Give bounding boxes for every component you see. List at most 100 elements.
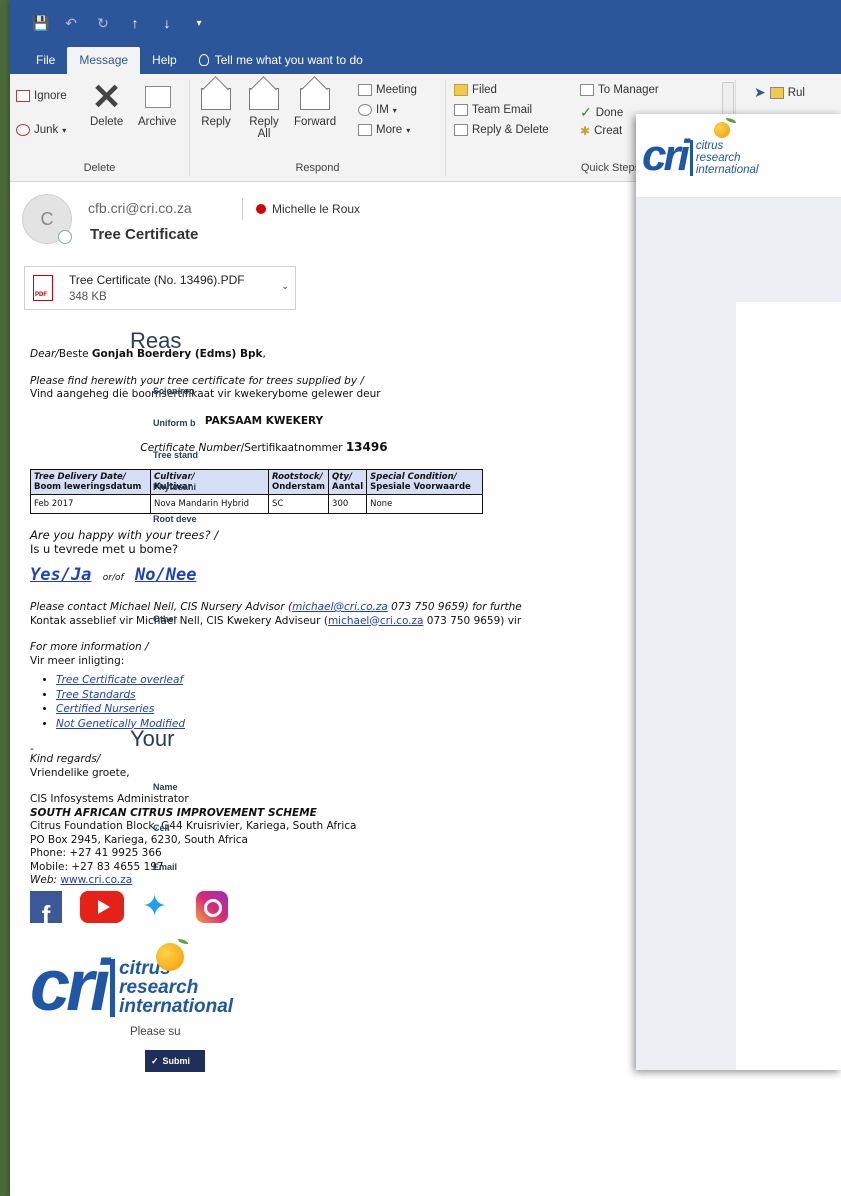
delete-group: Ignore Junk ▾ ✕ Delete Archive Delete: [10, 76, 190, 176]
cri-logo: cri citrus research international: [30, 935, 340, 1022]
quickstep-to-manager[interactable]: To Manager: [580, 84, 659, 96]
im-button[interactable]: IM ▾: [358, 104, 397, 116]
tab-message[interactable]: Message: [67, 47, 141, 74]
cell-rootstock: SC: [267, 493, 330, 514]
pdf-icon: PDF: [33, 275, 53, 301]
sender-address[interactable]: cfb.cri@cri.co.za: [88, 200, 192, 216]
quickstep-reply-delete[interactable]: Reply & Delete: [454, 124, 549, 136]
delete-button[interactable]: ✕ Delete: [90, 76, 124, 129]
redo-icon[interactable]: ↻: [96, 15, 110, 32]
chevron-down-icon: ▾: [406, 125, 411, 135]
col-special-condition: Special Condition/Spesiale Voorwaarde: [366, 468, 484, 495]
cri-line-3: international: [119, 995, 234, 1017]
col-header-en: Tree Delivery Date/: [34, 471, 126, 482]
save-icon[interactable]: 💾: [32, 15, 49, 32]
arrow-up-icon[interactable]: ↑: [128, 15, 142, 31]
respond-group: Reply Reply All Forward Meeting IM ▾ Mor…: [190, 80, 446, 176]
field-label: Root deve: [153, 514, 197, 524]
leaf-icon: [178, 938, 188, 944]
ignore-icon: [16, 90, 30, 102]
delete-label: Delete: [90, 116, 124, 128]
delete-x-icon: ✕: [91, 76, 122, 117]
cell-delivery-date: Feb 2017: [30, 493, 151, 514]
field-label-cell: Cell: [153, 823, 170, 833]
contact-email-link[interactable]: michael@cri.co.za: [328, 615, 424, 627]
quickstep-filed[interactable]: Filed: [454, 84, 497, 96]
arrow-down-icon[interactable]: ↓: [160, 15, 174, 31]
forward-button[interactable]: Forward: [294, 82, 336, 128]
field-label: Other: [153, 614, 178, 624]
ribbon-tabs: File Message Help Tell me what you want …: [10, 46, 841, 74]
junk-button[interactable]: Junk ▾: [16, 124, 66, 136]
more-respond-button[interactable]: More ▾: [358, 124, 410, 136]
forward-manager-icon: [580, 84, 594, 96]
quickstep-team-email[interactable]: Team Email: [454, 104, 532, 116]
more-label: More: [376, 124, 403, 136]
table-row: Feb 2017 Nova Mandarin Hybrid SC 300 Non…: [30, 493, 484, 514]
filed-label: Filed: [472, 84, 497, 96]
regards-english: Kind regards/: [30, 753, 101, 765]
leaf-icon: [726, 118, 736, 123]
create-label: Creat: [594, 125, 623, 137]
web-cri-logo[interactable]: cri citrus research international: [642, 116, 832, 178]
recipient[interactable]: Michelle le Roux: [256, 202, 360, 216]
reply-icon: [200, 82, 232, 112]
reply-all-label-1: Reply: [249, 116, 279, 128]
presence-icon: [58, 230, 72, 244]
reply-all-button[interactable]: Reply All: [248, 82, 280, 140]
table-header-row: Tree Delivery Date/Boom leweringsdatum C…: [30, 468, 484, 495]
attachment-card[interactable]: PDF Tree Certificate (No. 13496).PDF 348…: [24, 266, 296, 310]
contact-af-text: Kontak asseblief vir Michael Nell, CIS K…: [30, 614, 328, 627]
forward-label: Forward: [294, 116, 337, 128]
certificate-number: Certificate Number/Sertifikaatnommer 134…: [30, 440, 498, 456]
quick-access-toolbar: 💾 ↶ ↻ ↑ ↓ ▾: [10, 0, 841, 46]
customize-toolbar-icon[interactable]: ▾: [192, 18, 206, 29]
link-tree-certificate[interactable]: Tree Certificate overleaf: [56, 674, 183, 686]
yes-link[interactable]: Yes/Ja: [30, 565, 91, 585]
link-tree-standards[interactable]: Tree Standards: [56, 689, 136, 701]
col-header-en: Qty/: [332, 471, 352, 482]
tab-help[interactable]: Help: [140, 47, 189, 74]
archive-button[interactable]: Archive: [138, 82, 176, 128]
submit-button[interactable]: ✓ Submi: [145, 1050, 205, 1072]
field-label: Phytosani: [153, 482, 197, 492]
web-logo-text: citrus research international: [689, 140, 759, 176]
ignore-button[interactable]: Ignore: [16, 90, 67, 102]
sig-web-link[interactable]: www.cri.co.za: [60, 874, 132, 886]
im-icon: [358, 104, 372, 116]
instagram-icon[interactable]: [196, 890, 228, 923]
field-label-email: Email: [153, 862, 178, 872]
reply-button[interactable]: Reply: [200, 82, 232, 128]
web-logo-line-3: international: [695, 164, 759, 176]
quickstep-done[interactable]: ✓ Done: [580, 104, 623, 121]
twitter-icon[interactable]: ✦: [142, 891, 178, 922]
move-icon: ➤: [754, 84, 766, 100]
col-header-af: Boom leweringsdatum: [34, 481, 142, 492]
tab-file[interactable]: File: [24, 47, 67, 74]
respond-group-label: Respond: [295, 162, 340, 174]
link-certified-nurseries[interactable]: Certified Nurseries: [56, 703, 154, 715]
youtube-icon[interactable]: [80, 890, 124, 923]
undo-icon[interactable]: ↶: [64, 15, 78, 32]
team-email-label: Team Email: [472, 104, 533, 116]
rules-button[interactable]: ➤ Rul: [754, 84, 805, 101]
web-logo-line-1: citrus: [695, 140, 724, 152]
archive-icon: [141, 82, 173, 112]
meeting-button[interactable]: Meeting: [358, 84, 417, 96]
field-label: Tree stand: [153, 450, 199, 460]
web-logo-line-2: research: [695, 152, 741, 164]
quickstep-create-new[interactable]: ✱ Creat: [580, 124, 622, 138]
message-header: C cfb.cri@cri.co.za Michelle le Roux Tre…: [10, 182, 630, 322]
contact-email-link[interactable]: michael@cri.co.za: [292, 601, 388, 613]
tell-me-search[interactable]: Tell me what you want to do: [189, 47, 373, 74]
sig-web-label: Web:: [30, 874, 61, 886]
facebook-icon[interactable]: f: [30, 890, 62, 928]
contact-en-phone: 073 750 9659) for furthe: [387, 601, 522, 613]
attachment-name: Tree Certificate (No. 13496).PDF: [69, 273, 245, 287]
submit-label: Submi: [162, 1056, 191, 1066]
done-label: Done: [595, 106, 624, 119]
chevron-down-icon[interactable]: ⌄: [281, 281, 289, 292]
reply-delete-label: Reply & Delete: [472, 124, 549, 136]
forward-icon: [299, 82, 331, 112]
no-link[interactable]: No/Nee: [135, 565, 196, 585]
